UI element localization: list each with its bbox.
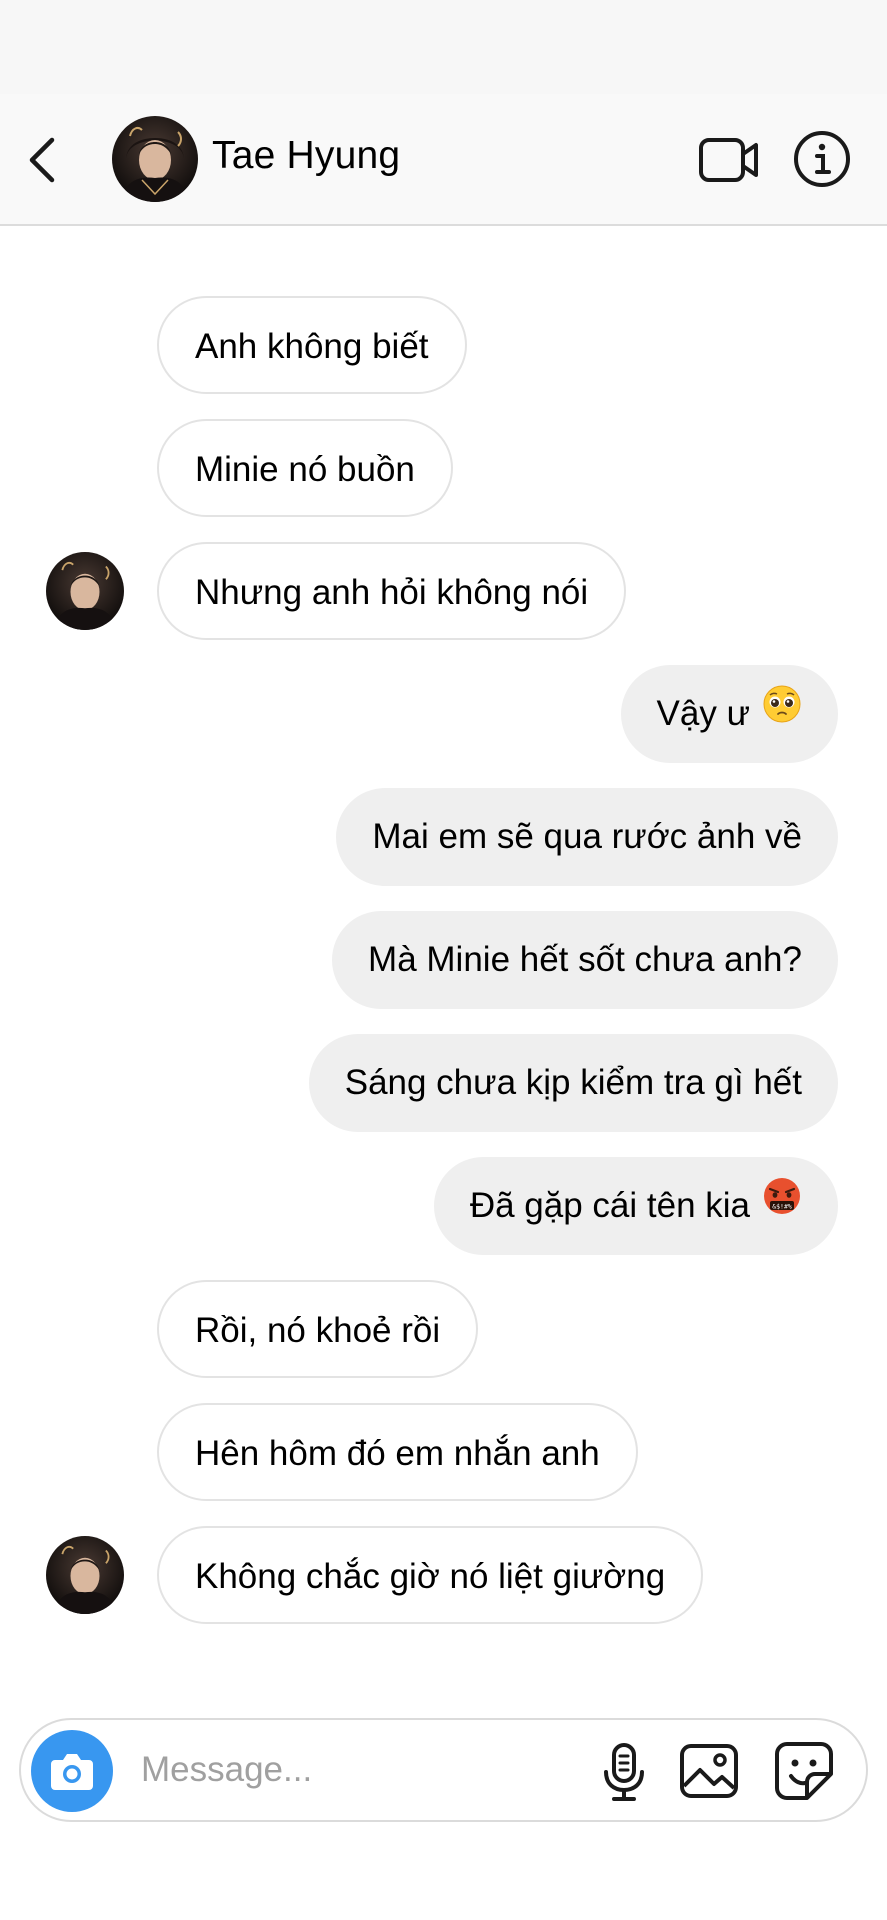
sticker-button[interactable] xyxy=(773,1740,835,1802)
incoming-message-bubble[interactable]: Anh không biết xyxy=(157,296,467,394)
sticker-icon xyxy=(775,1742,833,1800)
incoming-message-bubble[interactable]: Không chắc giờ nó liệt giường xyxy=(157,1526,704,1624)
incoming-message-bubble[interactable]: Minie nó buồn xyxy=(157,419,453,517)
status-bar xyxy=(0,0,887,94)
outgoing-message-bubble[interactable]: Sáng chưa kịp kiểm tra gì hết xyxy=(308,1034,838,1132)
back-button[interactable] xyxy=(22,130,66,190)
gallery-button[interactable] xyxy=(678,1740,740,1802)
message-text: Anh không biết xyxy=(195,327,429,366)
message-text: Mai em sẽ qua rước ảnh về xyxy=(372,817,802,856)
message-text: Sáng chưa kịp kiểm tra gì hết xyxy=(344,1063,802,1102)
voice-message-button[interactable] xyxy=(596,1742,652,1802)
incoming-message-bubble[interactable]: Nhưng anh hỏi không nói xyxy=(157,542,627,640)
chat-header: Tae Hyung xyxy=(0,94,887,226)
video-call-button[interactable] xyxy=(698,134,760,186)
info-icon xyxy=(794,131,850,187)
message-text: Rồi, nó khoẻ rồi xyxy=(195,1311,441,1350)
sender-avatar[interactable] xyxy=(46,552,124,630)
message-text: Hên hôm đó em nhắn anh xyxy=(195,1434,600,1473)
outgoing-message-bubble[interactable]: Mai em sẽ qua rước ảnh về xyxy=(336,788,838,886)
sender-avatar[interactable] xyxy=(46,1536,124,1614)
message-text: Không chắc giờ nó liệt giường xyxy=(195,1557,666,1596)
camera-icon xyxy=(51,1754,93,1790)
message-text: Vậy ư xyxy=(656,694,750,733)
message-composer xyxy=(19,1718,868,1822)
video-camera-icon xyxy=(699,138,758,182)
svg-text:&$!#%: &$!#% xyxy=(772,1202,792,1210)
message-text: Minie nó buồn xyxy=(195,450,415,489)
incoming-message-bubble[interactable]: Rồi, nó khoẻ rồi xyxy=(157,1280,479,1378)
outgoing-message-bubble[interactable]: Vậy ư xyxy=(620,664,838,763)
message-text: Đã gặp cái tên kia xyxy=(469,1186,750,1225)
microphone-icon xyxy=(604,1743,644,1801)
message-text: Mà Minie hết sốt chưa anh? xyxy=(368,940,802,979)
info-button[interactable] xyxy=(793,130,851,188)
outgoing-message-bubble[interactable]: Mà Minie hết sốt chưa anh? xyxy=(332,911,838,1009)
message-thread[interactable]: Anh không biết Minie nó buồn Nhưng anh hỏi… xyxy=(0,226,887,1706)
incoming-message-bubble[interactable]: Hên hôm đó em nhắn anh xyxy=(157,1403,638,1501)
message-text: Nhưng anh hỏi không nói xyxy=(195,573,589,612)
contact-avatar[interactable] xyxy=(112,116,198,202)
chevron-left-icon xyxy=(29,137,55,183)
outgoing-message-bubble[interactable]: Đã gặp cái tên kia &$!#% xyxy=(433,1156,838,1255)
camera-button[interactable] xyxy=(31,1730,113,1812)
image-icon xyxy=(680,1744,738,1798)
pleading-face-emoji-icon xyxy=(762,664,802,762)
contact-name[interactable]: Tae Hyung xyxy=(212,134,400,178)
face-with-symbols-on-mouth-emoji-icon: &$!#% xyxy=(762,1156,802,1254)
message-input[interactable] xyxy=(141,1742,471,1798)
